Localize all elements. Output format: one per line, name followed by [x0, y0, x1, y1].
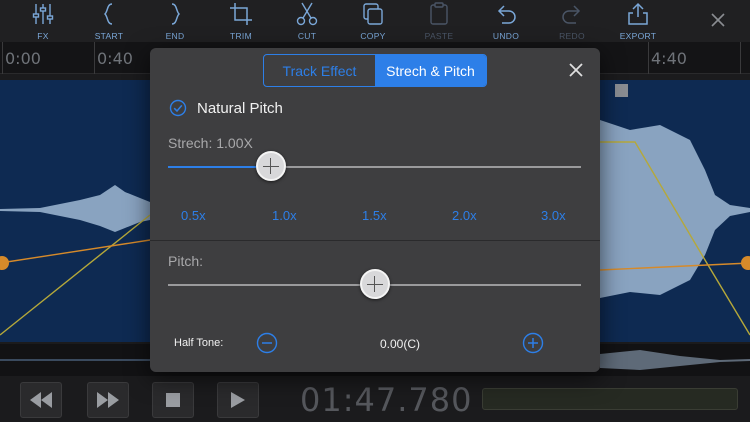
stop-button[interactable] — [152, 382, 194, 418]
envelope-handle-right — [741, 256, 750, 270]
paste-button[interactable]: PASTE — [409, 2, 469, 42]
left-brace-icon — [103, 3, 113, 25]
paste-label: PASTE — [424, 31, 454, 41]
stretch-slider-knob[interactable] — [256, 151, 287, 181]
ruler-tick — [648, 42, 649, 74]
effect-tab-control: Track Effect Strech & Pitch — [263, 54, 487, 87]
copy-button[interactable]: COPY — [343, 2, 403, 42]
undo-icon — [497, 5, 516, 24]
copy-icon — [363, 3, 383, 25]
copy-label: COPY — [360, 31, 386, 41]
stretch-pitch-dialog: Track Effect Strech & Pitch Natural Pitc… — [150, 48, 600, 372]
checkmark-circle-icon[interactable] — [169, 99, 187, 117]
ruler-tick — [2, 42, 3, 74]
crop-icon — [230, 3, 252, 25]
tab-stretch-pitch[interactable]: Strech & Pitch — [375, 55, 486, 86]
envelope-handle-left — [0, 256, 9, 270]
redo-label: REDO — [559, 31, 585, 41]
end-label: END — [165, 31, 185, 41]
stop-icon — [166, 393, 180, 407]
half-tone-value: 0.00(C) — [379, 337, 420, 351]
half-tone-label: Half Tone: — [174, 337, 224, 349]
speed-preset-1-5x[interactable]: 1.5x — [362, 208, 387, 223]
toolbar: FX START END TRIM CUT COPY PASTE UNDO RE… — [0, 0, 750, 42]
play-icon — [231, 392, 245, 408]
pitch-slider[interactable] — [168, 269, 581, 299]
selection-marker — [615, 84, 628, 97]
transport-bar: 01:47.780 — [0, 378, 750, 422]
start-button[interactable]: START — [79, 2, 139, 42]
ruler-tick — [94, 42, 95, 74]
play-button[interactable] — [217, 382, 259, 418]
pitch-label: Pitch: — [168, 253, 204, 269]
undo-label: UNDO — [492, 31, 520, 41]
natural-pitch-label: Natural Pitch — [197, 100, 283, 117]
close-icon[interactable] — [706, 8, 730, 32]
trim-label: TRIM — [230, 31, 252, 41]
speed-preset-1-0x[interactable]: 1.0x — [272, 208, 297, 223]
scissors-icon — [296, 2, 318, 26]
speed-presets: 0.5x 1.0x 1.5x 2.0x 3.0x — [150, 208, 600, 228]
ruler-label-second: 0:40 — [97, 49, 133, 68]
level-meter — [482, 388, 738, 410]
speed-preset-3-0x[interactable]: 3.0x — [541, 208, 566, 223]
ruler-tick — [740, 42, 741, 74]
speed-preset-0-5x[interactable]: 0.5x — [181, 208, 206, 223]
fast-forward-icon — [97, 392, 119, 408]
paste-icon — [430, 2, 448, 25]
rewind-button[interactable] — [20, 382, 62, 418]
fast-forward-button[interactable] — [87, 382, 129, 418]
export-button[interactable]: EXPORT — [608, 2, 668, 42]
tab-track-effect[interactable]: Track Effect — [264, 55, 375, 86]
redo-icon — [562, 5, 581, 24]
share-icon — [628, 2, 648, 25]
speed-preset-2-0x[interactable]: 2.0x — [452, 208, 477, 223]
undo-button[interactable]: UNDO — [476, 2, 536, 42]
fx-label: FX — [37, 31, 49, 41]
rewind-icon — [30, 392, 52, 408]
ruler-label-start: 0:00 — [5, 49, 41, 68]
plus-circle-icon[interactable] — [522, 332, 544, 354]
close-icon[interactable] — [568, 62, 584, 78]
divider — [150, 240, 600, 241]
sliders-icon — [32, 4, 54, 24]
pitch-slider-knob[interactable] — [359, 269, 390, 299]
cut-label: CUT — [297, 31, 317, 41]
cut-button[interactable]: CUT — [277, 2, 337, 42]
right-brace-icon — [171, 3, 181, 25]
timecode-display: 01:47.780 — [300, 381, 473, 419]
minus-circle-icon[interactable] — [256, 332, 278, 354]
ruler-label-end: 4:40 — [651, 49, 687, 68]
trim-button[interactable]: TRIM — [211, 2, 271, 42]
stretch-label: Strech: 1.00X — [168, 135, 253, 151]
redo-button[interactable]: REDO — [542, 2, 602, 42]
stretch-slider[interactable] — [168, 151, 581, 181]
start-label: START — [94, 31, 124, 41]
end-button[interactable]: END — [145, 2, 205, 42]
export-label: EXPORT — [619, 31, 657, 41]
fx-button[interactable]: FX — [13, 2, 73, 42]
